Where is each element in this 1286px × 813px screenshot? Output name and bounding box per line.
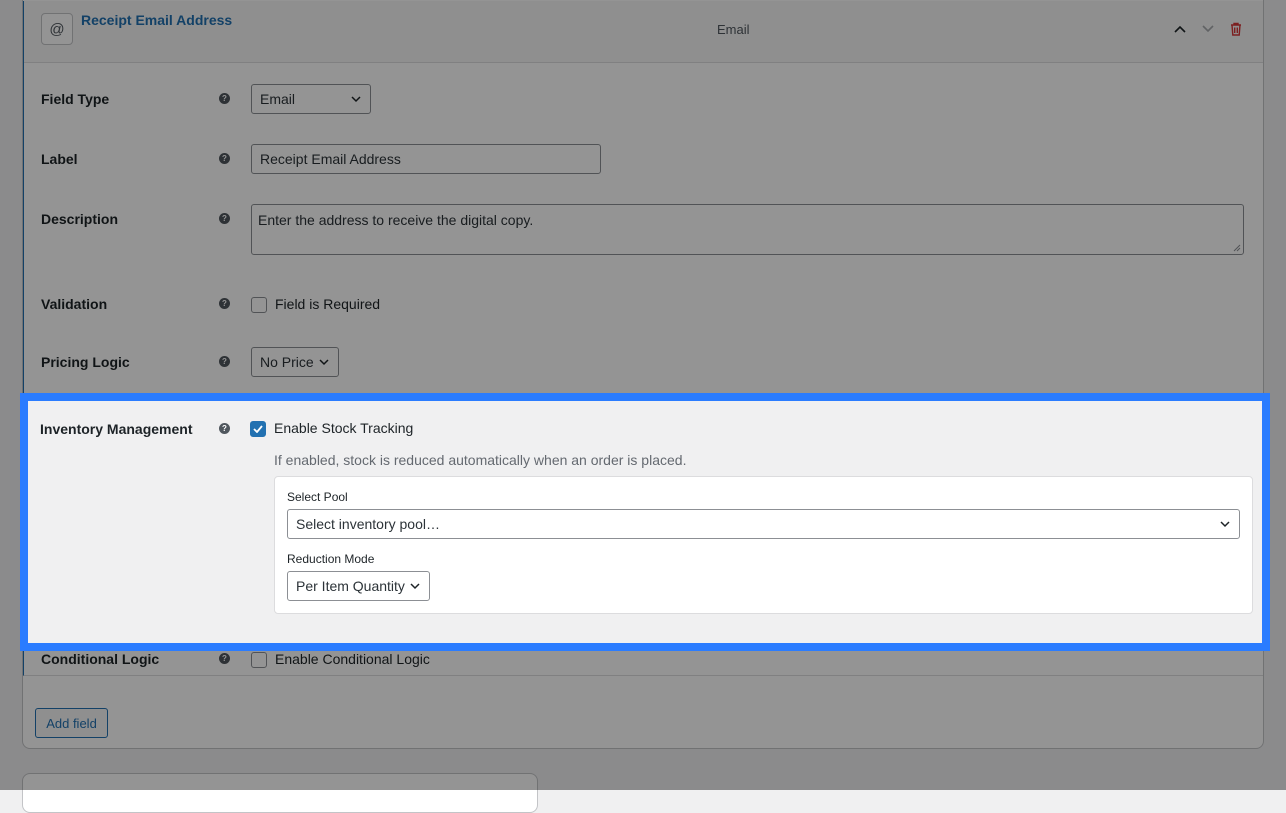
required-checkbox[interactable] [251, 297, 267, 313]
inventory-pool-select[interactable]: Select inventory pool… [287, 509, 1240, 539]
move-down-button[interactable] [1200, 21, 1216, 37]
pricing-logic-label: Pricing Logic [41, 354, 130, 370]
field-name[interactable]: Receipt Email Address [81, 12, 232, 28]
next-card [22, 773, 538, 813]
select-pool-label: Select Pool [287, 490, 348, 504]
stock-tracking-help-text: If enabled, stock is reduced automatical… [274, 452, 687, 468]
conditional-logic-label: Conditional Logic [41, 651, 160, 667]
help-icon[interactable]: ? [219, 653, 230, 664]
inventory-management-label: Inventory Management [40, 421, 193, 437]
conditional-logic-checkbox[interactable] [251, 652, 267, 668]
help-icon[interactable]: ? [219, 153, 230, 164]
pricing-logic-select[interactable]: No Price [251, 347, 339, 377]
checkmark-icon [253, 425, 263, 433]
at-icon: @ [41, 13, 73, 45]
chevron-down-icon [351, 96, 361, 103]
label-label: Label [41, 151, 78, 167]
field-type-tag: Email [717, 22, 750, 37]
validation-label: Validation [41, 296, 108, 312]
chevron-down-icon [1220, 521, 1230, 528]
field-type-label: Field Type [41, 91, 110, 107]
chevron-down-icon [1202, 25, 1214, 33]
help-icon[interactable]: ? [219, 423, 230, 434]
chevron-down-icon [410, 583, 420, 590]
delete-field-button[interactable] [1228, 21, 1244, 37]
trash-icon [1231, 22, 1241, 36]
reduction-mode-select[interactable]: Per Item Quantity [287, 571, 430, 601]
help-icon[interactable]: ? [219, 356, 230, 367]
help-icon[interactable]: ? [219, 213, 230, 224]
required-checkbox-label: Field is Required [275, 296, 381, 312]
help-icon[interactable]: ? [219, 298, 230, 309]
conditional-logic-checkbox-label: Enable Conditional Logic [275, 651, 430, 667]
inventory-options-box: Select Pool Select inventory pool… Reduc… [274, 476, 1253, 614]
field-type-select[interactable]: Email [251, 84, 371, 114]
description-textarea[interactable]: Enter the address to receive the digital… [251, 204, 1244, 255]
add-field-button[interactable]: Add field [35, 708, 108, 738]
enable-stock-tracking-label: Enable Stock Tracking [274, 420, 414, 436]
chevron-down-icon [319, 359, 329, 366]
inventory-management-section: Inventory Management ? Enable Stock Trac… [20, 393, 1270, 651]
description-label: Description [41, 211, 119, 227]
help-icon[interactable]: ? [219, 93, 230, 104]
resize-grip-icon [1233, 244, 1241, 252]
chevron-up-icon [1174, 25, 1186, 33]
reduction-mode-label: Reduction Mode [287, 552, 375, 566]
enable-stock-tracking-checkbox[interactable] [250, 421, 266, 437]
label-input[interactable]: Receipt Email Address [251, 144, 601, 174]
field-header[interactable]: @ Receipt Email Address Email [24, 1, 1263, 63]
move-up-button[interactable] [1172, 21, 1188, 37]
